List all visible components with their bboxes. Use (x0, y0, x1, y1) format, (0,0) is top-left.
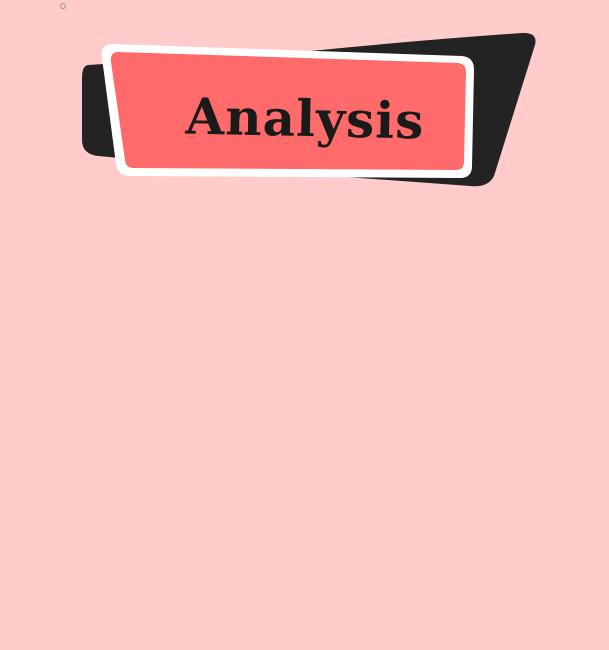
page-canvas: Analysis (0, 0, 609, 650)
title-banner: Analysis (0, 0, 609, 220)
banner-title: Analysis (184, 86, 426, 150)
